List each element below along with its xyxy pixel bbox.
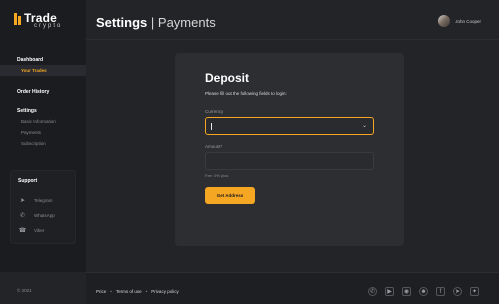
sidebar-item-your-trades[interactable]: Your Trades	[0, 65, 86, 76]
whatsapp-icon[interactable]: ✆	[368, 287, 377, 296]
footer-links: Price • Terms of use • Privacy policy	[96, 289, 179, 294]
currency-label: Currency	[205, 109, 224, 114]
social-links: ✆ ▶ ◉ ☻ f ➤ ✦	[368, 287, 479, 296]
footer-link-terms[interactable]: Terms of use	[116, 289, 142, 294]
currency-select[interactable]: ⌄	[205, 117, 374, 135]
app: Trade crypto Dashboard Your Trades Order…	[0, 0, 499, 304]
sidebar-item-settings[interactable]: Settings	[0, 106, 86, 116]
reddit-icon[interactable]: ☻	[419, 287, 428, 296]
page-title-separator: |	[147, 15, 158, 30]
footer: Price • Terms of use • Privacy policy ✆ …	[86, 272, 499, 304]
avatar[interactable]	[438, 15, 451, 27]
footer-link-price[interactable]: Price	[96, 289, 106, 294]
deposit-title: Deposit	[205, 71, 250, 85]
telegram-icon: ➤	[19, 198, 26, 204]
user-name: John Cooper	[455, 18, 481, 24]
page-title: Settings | Payments	[96, 15, 216, 30]
amount-label: Amount*	[205, 144, 223, 149]
sidebar-item-order-history[interactable]: Order History	[0, 87, 86, 97]
footer-link-privacy[interactable]: Privacy policy	[151, 289, 179, 294]
support-title: Support	[18, 178, 38, 184]
brand-subtitle: crypto	[34, 23, 63, 29]
telegram-icon[interactable]: ➤	[453, 287, 462, 296]
chevron-down-icon: ⌄	[361, 123, 367, 129]
brand-logo[interactable]: Trade crypto	[14, 12, 62, 29]
facebook-icon[interactable]: f	[436, 287, 445, 296]
copyright: © 2021	[17, 288, 32, 293]
fee-hint: Fee: 0% plus	[205, 173, 229, 178]
amount-field[interactable]	[205, 152, 374, 170]
viber-icon: ☎	[18, 228, 27, 234]
sidebar-item-payments[interactable]: Payments	[0, 127, 86, 138]
deposit-card: Deposit Please fill out the following fi…	[175, 53, 404, 246]
deposit-description: Please fill out the following fields to …	[205, 91, 287, 96]
get-address-button[interactable]: Get Address	[205, 187, 255, 204]
support-item-viber[interactable]: ☎ Viber	[18, 227, 45, 234]
user-menu[interactable]: John Cooper	[438, 15, 481, 27]
text-cursor	[211, 123, 212, 130]
twitter-icon[interactable]: ✦	[470, 287, 479, 296]
sidebar-item-subscription[interactable]: Subscription	[0, 138, 86, 149]
support-panel: Support ➤ Telegram ✆ WhatsApp ☎ Viber	[10, 170, 76, 244]
support-item-whatsapp[interactable]: ✆ WhatsApp	[19, 212, 55, 219]
support-item-label: Viber	[34, 228, 45, 233]
page-title-sub: Payments	[157, 15, 216, 30]
support-item-label: Telegram	[34, 198, 53, 203]
instagram-icon[interactable]: ◉	[402, 287, 411, 296]
sidebar: Trade crypto Dashboard Your Trades Order…	[0, 0, 86, 293]
page-title-main: Settings	[96, 15, 148, 30]
whatsapp-icon: ✆	[19, 213, 26, 219]
sidebar-item-dashboard[interactable]: Dashboard	[0, 55, 86, 65]
footer-dot: •	[110, 289, 112, 294]
support-item-label: WhatsApp	[34, 213, 55, 218]
youtube-icon[interactable]: ▶	[385, 287, 394, 296]
support-item-telegram[interactable]: ➤ Telegram	[19, 197, 53, 204]
header: Settings | Payments John Cooper	[86, 0, 499, 40]
footer-dot: •	[145, 289, 148, 294]
logo-bars-icon	[14, 13, 21, 25]
sidebar-item-basic-information[interactable]: Basic Information	[0, 116, 86, 127]
